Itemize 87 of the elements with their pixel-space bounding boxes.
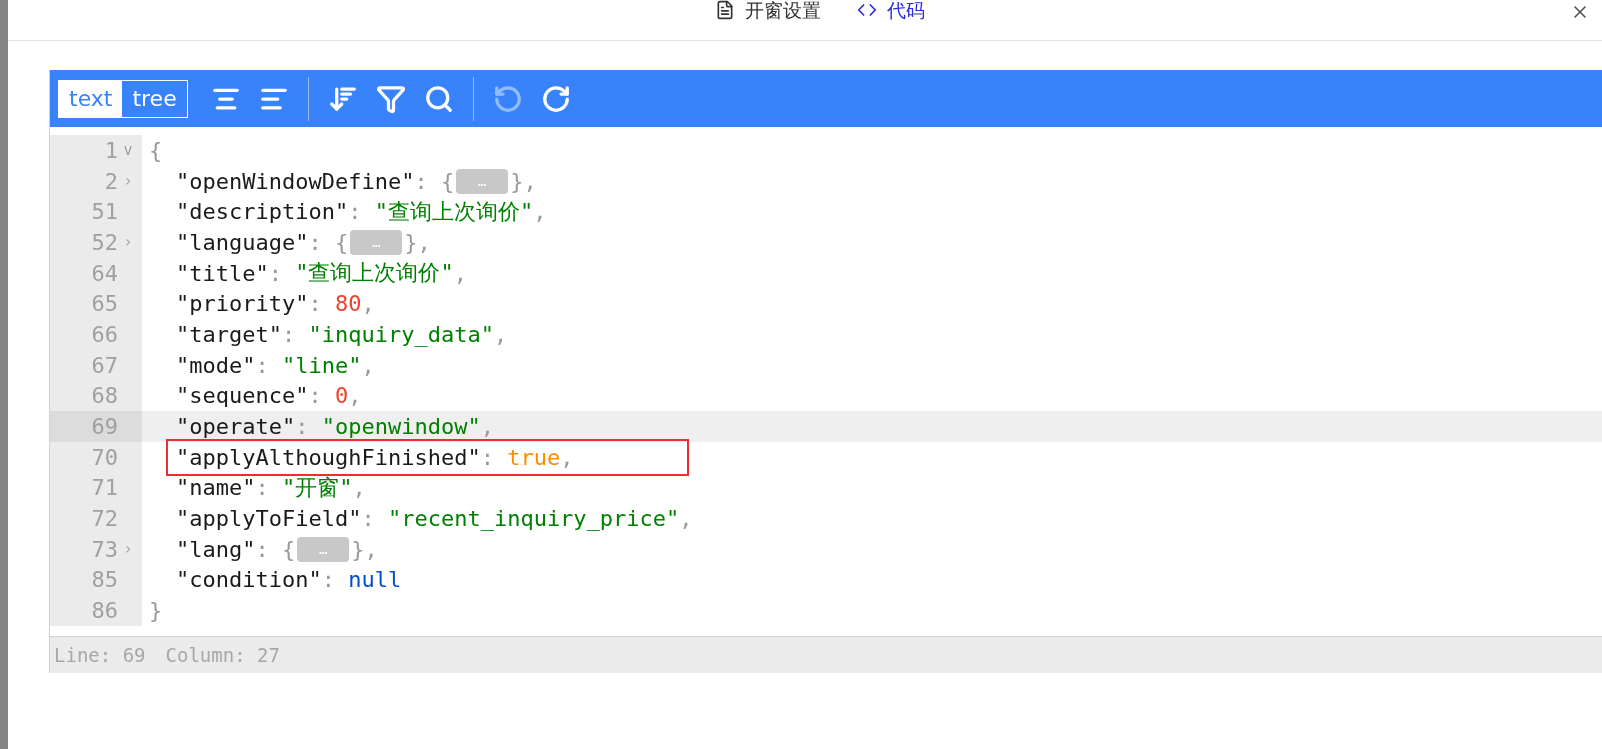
- line-number: 69: [90, 414, 118, 440]
- json-key: "applyToField": [176, 506, 362, 532]
- json-value: "开窗": [282, 473, 353, 502]
- document-icon: [715, 0, 735, 20]
- json-punctuation: : {: [414, 168, 455, 194]
- json-value: "查询上次询价": [295, 259, 454, 288]
- json-punctuation: },: [404, 229, 431, 255]
- json-punctuation: ,: [493, 321, 508, 347]
- json-punctuation: :: [361, 506, 376, 532]
- line-number: 70: [90, 444, 118, 470]
- json-punctuation: },: [351, 536, 378, 562]
- json-punctuation: ,: [348, 383, 362, 409]
- json-key: "mode": [176, 352, 256, 378]
- status-text: Line: 69: [54, 644, 146, 666]
- json-punctuation: },: [510, 168, 537, 194]
- json-value: "line": [282, 352, 362, 378]
- json-punctuation: :: [295, 414, 310, 440]
- json-key: "condition": [176, 567, 322, 593]
- dialog-tab[interactable]: 开窗设置: [715, 0, 821, 20]
- json-key: "description": [176, 199, 349, 225]
- collapsed-button[interactable]: …: [350, 229, 403, 255]
- json-punctuation: {: [149, 137, 163, 163]
- json-value: true: [507, 444, 561, 470]
- fold-toggle[interactable]: ›: [118, 540, 138, 559]
- json-key: "title": [176, 260, 269, 286]
- json-value: 0: [334, 383, 349, 409]
- json-punctuation: :: [308, 383, 323, 409]
- json-punctuation: }: [149, 598, 163, 624]
- json-key: "name": [176, 475, 256, 501]
- json-punctuation: ,: [361, 352, 375, 378]
- json-punctuation: :: [268, 260, 283, 286]
- line-number: 67: [90, 352, 118, 378]
- json-punctuation: ,: [560, 444, 574, 470]
- json-key: "openWindowDefine": [176, 168, 415, 194]
- search-icon: [423, 83, 454, 114]
- json-key: "language": [176, 229, 309, 255]
- filter-icon: [375, 83, 406, 114]
- line-number: 1: [103, 137, 118, 163]
- status-text: Column: 27: [165, 644, 280, 666]
- json-punctuation: ,: [352, 475, 366, 501]
- json-key: "priority": [176, 291, 309, 317]
- collapsed-button[interactable]: …: [456, 168, 509, 194]
- line-number: 52: [90, 229, 118, 255]
- line-number: 51: [90, 199, 118, 225]
- json-punctuation: :: [281, 321, 297, 347]
- json-punctuation: ,: [453, 260, 467, 286]
- json-key: "operate": [176, 414, 296, 440]
- json-punctuation: :: [348, 199, 363, 225]
- json-punctuation: : {: [255, 536, 296, 562]
- redo-icon: [540, 83, 571, 114]
- line-number: 64: [90, 260, 118, 286]
- line-number: 2: [103, 168, 118, 194]
- json-punctuation: :: [308, 291, 323, 317]
- undo-icon: [492, 83, 523, 114]
- json-value: "openwindow": [321, 414, 481, 440]
- json-key: "applyAlthoughFinished": [176, 444, 481, 470]
- line-number: 71: [90, 475, 118, 501]
- fold-toggle[interactable]: ›: [118, 172, 138, 191]
- json-punctuation: :: [255, 352, 270, 378]
- json-punctuation: ,: [679, 506, 693, 532]
- json-punctuation: ,: [533, 199, 547, 225]
- line-number: 85: [90, 567, 118, 593]
- fold-toggle[interactable]: v: [118, 141, 138, 160]
- json-value: null: [348, 567, 402, 593]
- line-number: 66: [90, 321, 118, 347]
- line-number: 68: [90, 383, 118, 409]
- collapsed-button[interactable]: …: [297, 536, 350, 562]
- json-punctuation: ,: [480, 414, 494, 440]
- mode-tab[interactable]: text: [59, 80, 123, 117]
- json-key: "target": [176, 321, 282, 347]
- line-number: 65: [90, 291, 118, 317]
- json-key: "sequence": [176, 383, 309, 409]
- line-number: 73: [90, 536, 118, 562]
- json-punctuation: ,: [361, 291, 375, 317]
- json-punctuation: : {: [308, 229, 349, 255]
- json-value: "查询上次询价": [374, 197, 534, 226]
- json-punctuation: :: [255, 475, 270, 501]
- json-punctuation: :: [480, 444, 495, 470]
- fold-toggle[interactable]: ›: [118, 233, 138, 252]
- json-value: 80: [334, 291, 362, 317]
- json-value: "recent_inquiry_price": [387, 506, 680, 532]
- json-value: "inquiry_data": [308, 321, 494, 347]
- json-punctuation: :: [321, 567, 336, 593]
- dialog-tab[interactable]: 代码: [857, 0, 925, 20]
- line-number: 86: [90, 598, 118, 624]
- json-key: "lang": [176, 536, 256, 562]
- line-number: 72: [90, 506, 118, 532]
